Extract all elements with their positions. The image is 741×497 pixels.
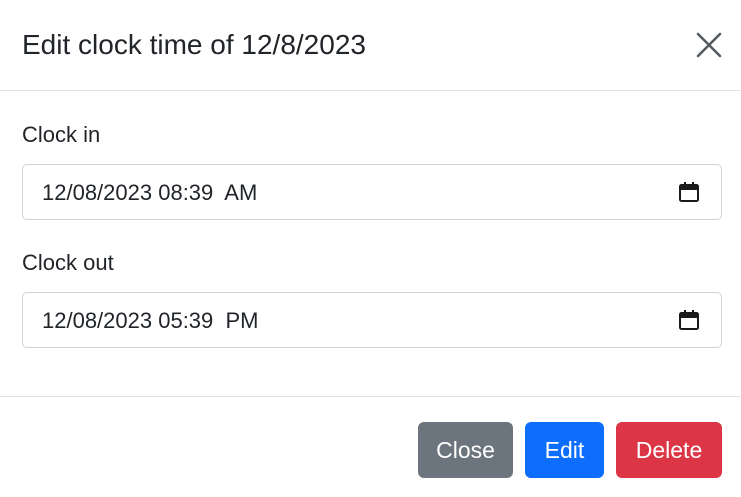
dialog-title: Edit clock time of 12/8/2023 <box>22 29 366 60</box>
clock-in-label: Clock in <box>22 122 101 147</box>
dialog-header: Edit clock time of 12/8/2023 <box>0 0 741 91</box>
edit-button[interactable]: Edit <box>525 422 604 478</box>
clock-out-input[interactable]: 12/08/2023 05:39 PM <box>22 292 722 348</box>
clock-out-value[interactable]: 12/08/2023 05:39 PM <box>42 307 259 335</box>
edit-clock-time-dialog: Edit clock time of 12/8/2023 Clock in 12… <box>0 0 741 497</box>
calendar-icon[interactable] <box>678 309 700 331</box>
close-x-icon[interactable] <box>690 26 728 64</box>
delete-button[interactable]: Delete <box>616 422 722 478</box>
clock-in-value[interactable]: 12/08/2023 08:39 AM <box>42 179 257 207</box>
clock-in-input[interactable]: 12/08/2023 08:39 AM <box>22 164 722 220</box>
dialog-footer: Close Edit Delete <box>0 396 741 497</box>
clock-out-label: Clock out <box>22 250 114 275</box>
calendar-icon[interactable] <box>678 181 700 203</box>
close-button[interactable]: Close <box>418 422 513 478</box>
